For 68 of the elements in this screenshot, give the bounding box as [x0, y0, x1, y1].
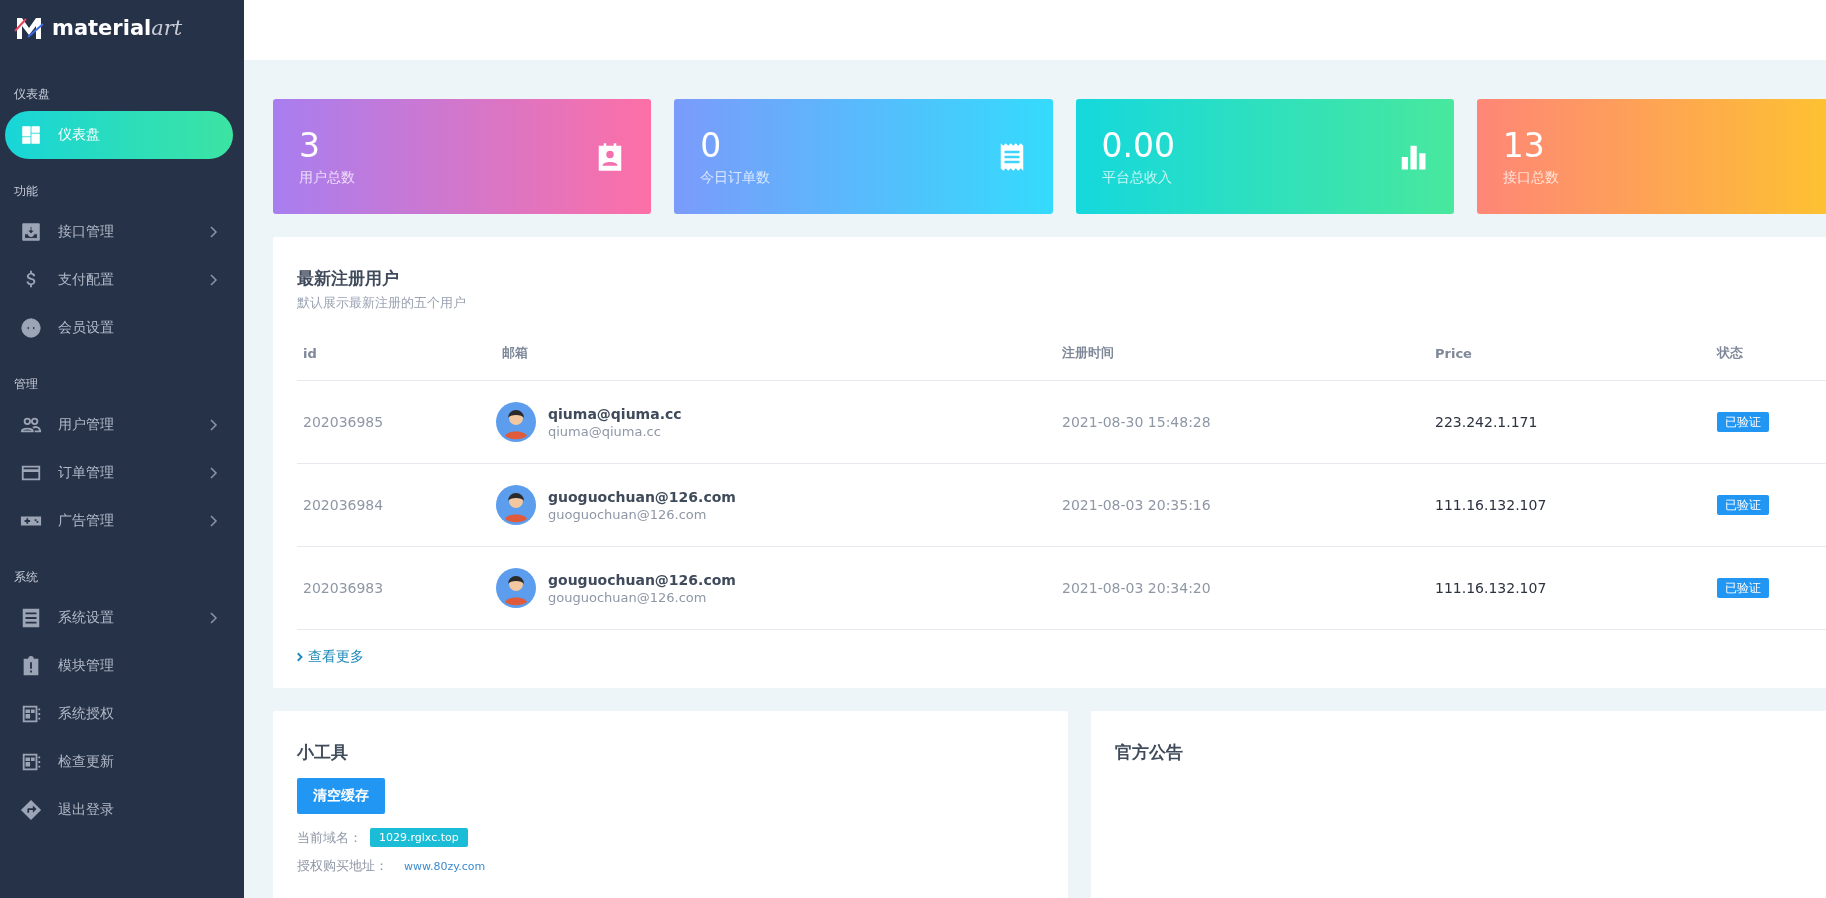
license-icon: [20, 751, 42, 773]
sidebar-item[interactable]: 用户管理: [0, 401, 244, 449]
avatar-icon: [496, 485, 536, 525]
section-title: 系统: [13, 569, 39, 586]
table-cell: 2021-08-03 20:35:16: [1062, 497, 1211, 513]
table-cell: 2021-08-03 20:34:20: [1062, 580, 1211, 596]
section-title: 功能: [13, 183, 39, 200]
purchase-label: 授权购买地址：: [297, 857, 388, 875]
dashboard-icon: [20, 124, 42, 146]
section-title: 仪表盘: [13, 86, 51, 103]
sidebar-item[interactable]: 订单管理: [0, 449, 244, 497]
sidebar-item[interactable]: 广告管理: [0, 497, 244, 545]
sidebar-item[interactable]: 系统授权: [0, 690, 244, 738]
table-cell: 111.16.132.107: [1435, 580, 1547, 596]
sidebar-item[interactable]: 退出登录: [0, 786, 244, 834]
stat-label: 平台总收入: [1101, 168, 1173, 187]
column-header: 注册时间: [1056, 326, 1429, 381]
stat-value: 0.00: [1101, 126, 1175, 165]
license-icon: [20, 703, 42, 725]
avatar-icon: [496, 402, 536, 442]
stat-value: 0: [700, 126, 723, 165]
stat-value: 3: [299, 126, 321, 165]
view-more-link[interactable]: 查看更多: [297, 648, 364, 666]
sidebar-item[interactable]: 系统设置: [0, 594, 244, 642]
list-icon: [20, 607, 42, 629]
status-badge: 已验证: [1717, 412, 1769, 432]
column-header: Price: [1429, 326, 1711, 381]
card-title: 小工具: [297, 741, 349, 764]
column-header: id: [297, 326, 496, 381]
table-cell: 202036984: [303, 497, 384, 513]
sidebar-item[interactable]: 模块管理: [0, 642, 244, 690]
sidebar-item[interactable]: 检查更新: [0, 738, 244, 786]
table-cell: 2021-08-30 15:48:28: [1062, 414, 1211, 430]
table-cell: 202036983: [303, 580, 384, 596]
sidebar-item[interactable]: 会员设置: [0, 304, 244, 352]
stat-label: 用户总数: [299, 168, 355, 187]
sidebar-item[interactable]: 支付配置: [0, 256, 244, 304]
stat-value: 13: [1502, 126, 1546, 165]
status-badge: 已验证: [1717, 495, 1769, 515]
direction-icon: [20, 799, 42, 821]
user-email-secondary: gouguochuan@126.com: [548, 589, 708, 605]
card-subtitle: 默认展示最新注册的五个用户: [297, 294, 467, 312]
inbox-icon: [20, 221, 42, 243]
chevron-right-icon: [297, 652, 303, 662]
brand-name: materialart: [52, 16, 183, 40]
purchase-link[interactable]: www.80zy.com: [404, 859, 486, 873]
domain-badge: 1029.rglxc.top: [370, 828, 468, 847]
logo-icon: [14, 15, 44, 41]
table-cell: 223.242.1.171: [1435, 414, 1538, 430]
stat-label: 今日订单数: [700, 168, 771, 187]
column-header: 邮箱: [496, 326, 1056, 381]
user-email-secondary: qiuma@qiuma.cc: [548, 423, 662, 439]
column-header: 状态: [1711, 326, 1826, 381]
avatar-icon: [496, 568, 536, 608]
face-icon: [20, 317, 42, 339]
section-title: 管理: [13, 376, 39, 393]
card-title: 最新注册用户: [297, 267, 400, 290]
table-cell: 111.16.132.107: [1435, 497, 1547, 513]
user-email: qiuma@qiuma.cc: [548, 405, 682, 422]
table-cell: 202036985: [303, 414, 384, 430]
user-email: guoguochuan@126.com: [548, 488, 736, 505]
stat-label: 接口总数: [1502, 168, 1559, 187]
domain-label: 当前域名：: [297, 828, 362, 847]
sidebar-item[interactable]: 接口管理: [0, 208, 244, 256]
user-email-secondary: guoguochuan@126.com: [548, 506, 708, 522]
status-badge: 已验证: [1717, 578, 1769, 598]
card-title: 官方公告: [1115, 741, 1184, 764]
user-email: gouguochuan@126.com: [548, 571, 736, 588]
